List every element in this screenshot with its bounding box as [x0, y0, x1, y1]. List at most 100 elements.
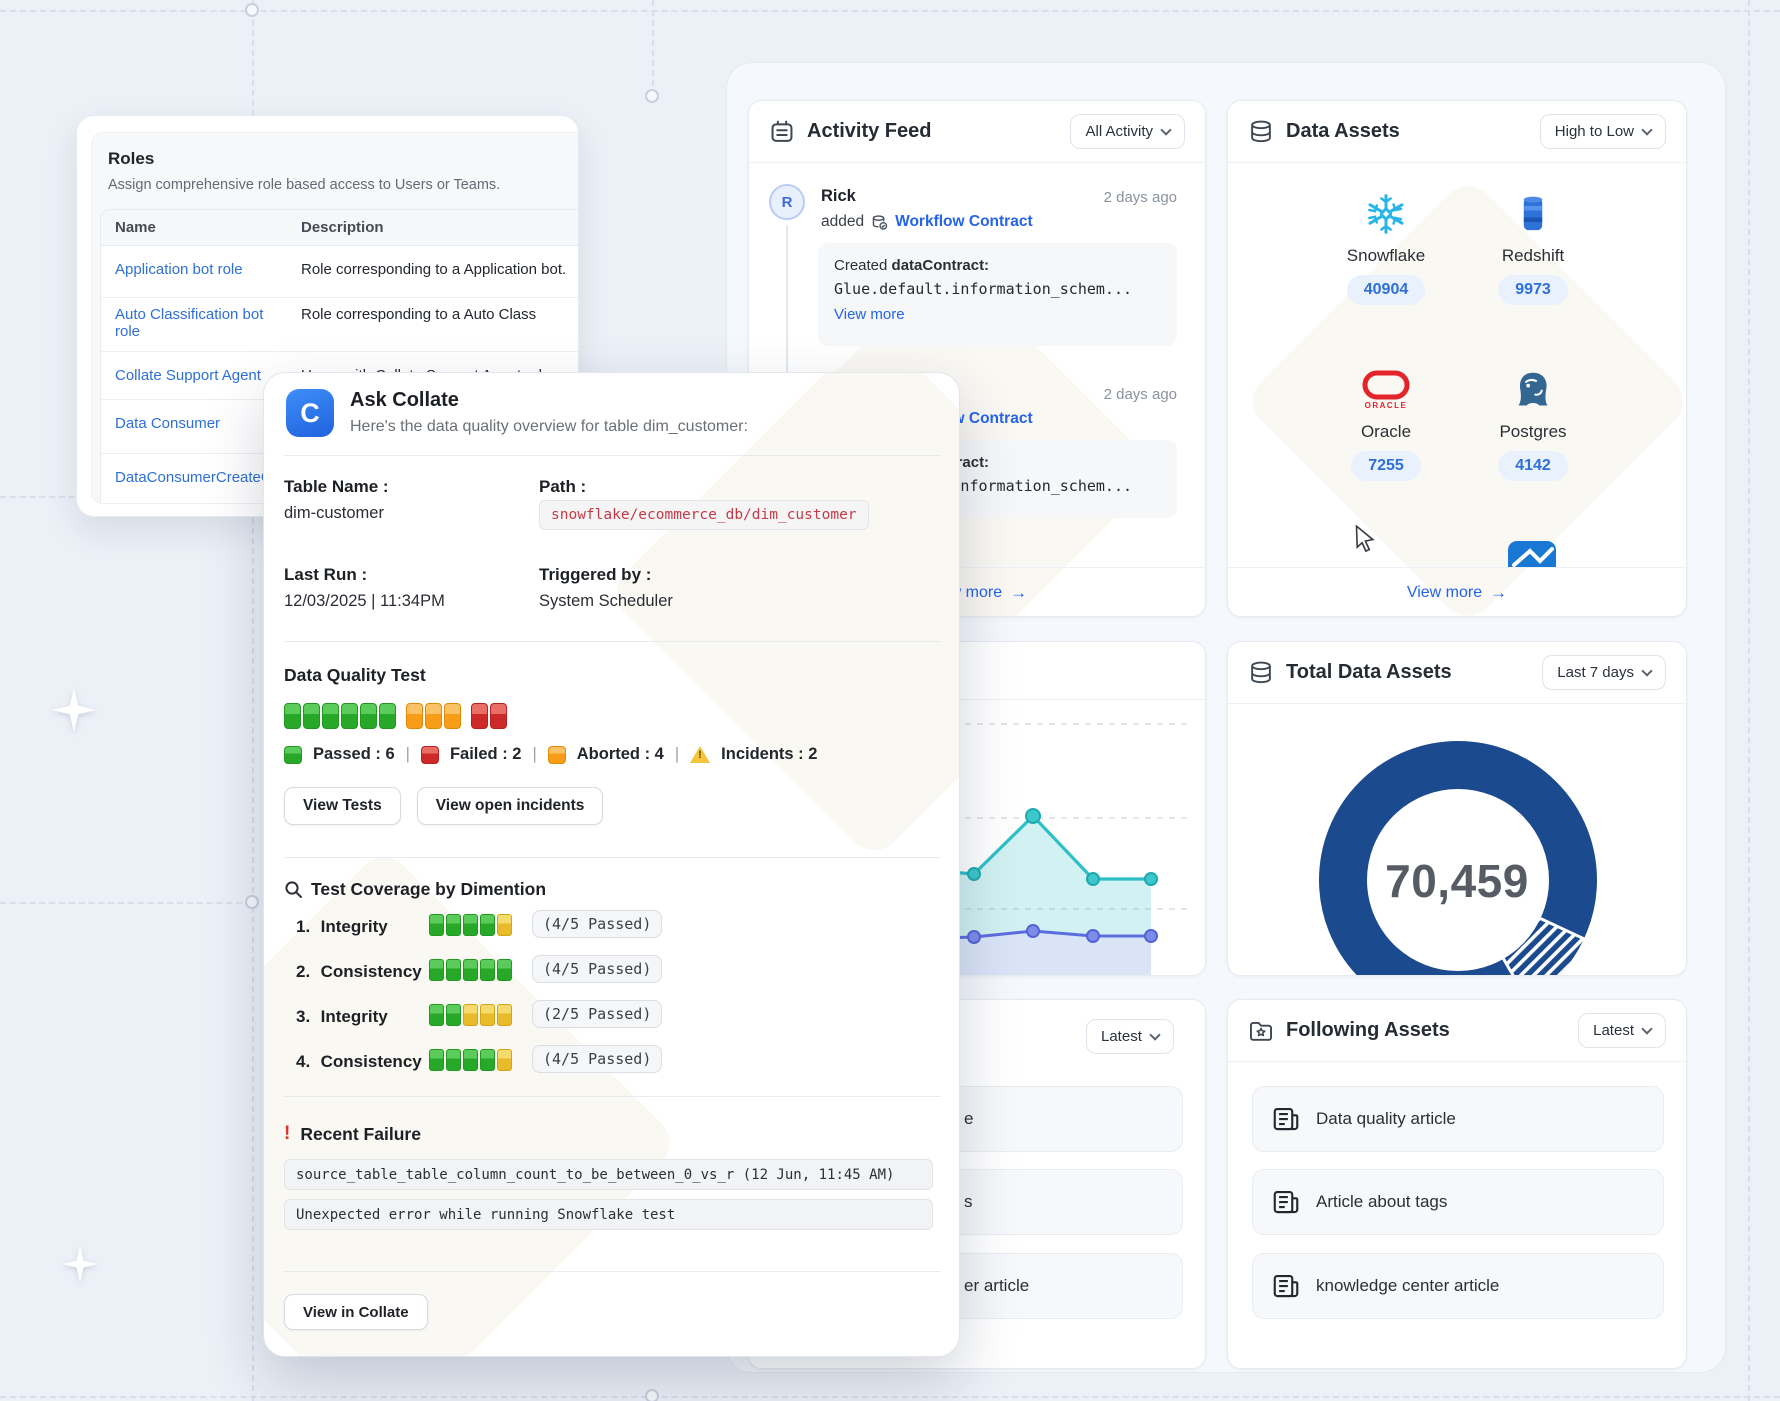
coverage-bar [429, 959, 512, 981]
divider [284, 1096, 941, 1097]
view-tests-button[interactable]: View Tests [284, 787, 401, 825]
coverage-label: Integrity [321, 917, 388, 936]
triggered-by-value: System Scheduler [539, 592, 673, 611]
view-in-collate-button[interactable]: View in Collate [284, 1294, 428, 1330]
coverage-bar [429, 1004, 512, 1026]
yellow-segment [497, 914, 512, 936]
role-name-link[interactable]: Auto Classification bot role [115, 306, 263, 340]
feed-target-link[interactable]: Workflow Contract [895, 213, 1033, 231]
table-name-label: Table Name : [284, 477, 389, 497]
roles-table-header: Name Description [101, 210, 579, 246]
green-segment [446, 914, 461, 936]
asset-count-badge: 4142 [1498, 451, 1568, 481]
green-segment [463, 1049, 478, 1071]
collate-logo: C [286, 389, 334, 437]
asset-tile-oracle[interactable]: ORACLE Oracle 7255 [1316, 367, 1456, 481]
asset-tile-redshift[interactable]: Redshift 9973 [1463, 191, 1603, 305]
red-segment [471, 703, 488, 729]
view-open-incidents-button[interactable]: View open incidents [417, 787, 604, 825]
panel-title: Data Assets [1286, 120, 1400, 143]
green-segment [446, 1049, 461, 1071]
passed-legend: Passed : 6 [313, 745, 395, 764]
quality-actions: View Tests View open incidents [284, 787, 603, 825]
role-name-link[interactable]: Application bot role [115, 261, 243, 278]
following-list-item[interactable]: knowledge center article [1252, 1253, 1664, 1319]
path-value: snowflake/ecommerce_db/dim_customer [539, 500, 869, 530]
chevron-down-icon [1641, 1023, 1652, 1034]
divider [284, 857, 941, 858]
role-description: Role corresponding to a Auto Class [287, 298, 579, 351]
roles-title: Roles [108, 149, 579, 169]
failure-test-chip: source_table_table_column_count_to_be_be… [284, 1159, 933, 1190]
column-header-description: Description [287, 210, 579, 245]
failure-heading: Recent Failure [300, 1124, 421, 1145]
following-list-item[interactable]: Article about tags [1252, 1169, 1664, 1235]
newspaper-icon [1271, 1271, 1301, 1301]
asset-count-badge: 9973 [1498, 275, 1568, 305]
orange-segment [444, 703, 461, 729]
following-filter-dropdown[interactable]: Latest [1578, 1013, 1666, 1048]
oracle-logo-text: ORACLE [1365, 401, 1408, 410]
grid-line [1748, 0, 1750, 1401]
avatar: R [769, 184, 805, 220]
data-assets-header: Data Assets High to Low [1228, 101, 1686, 163]
asset-tile-postgres[interactable]: Postgres 4142 [1463, 367, 1603, 481]
desktop-canvas: Activity Feed All Activity R Rick 2 days… [0, 0, 1780, 1401]
coverage-chip: (2/5 Passed) [532, 1000, 662, 1028]
cursor-icon [1354, 525, 1380, 553]
snowflake-icon [1363, 191, 1409, 237]
yellow-segment [497, 1004, 512, 1026]
last-run-value: 12/03/2025 | 11:34PM [284, 592, 445, 611]
green-segment [429, 959, 444, 981]
green-segment [429, 1004, 444, 1026]
detail-view-more-link[interactable]: View more [834, 306, 1161, 323]
coverage-heading: Test Coverage by Dimention [311, 879, 546, 900]
green-segment [379, 703, 396, 729]
path-label: Path : [539, 477, 586, 497]
database-icon [1248, 119, 1274, 145]
green-segment [429, 914, 444, 936]
passed-key-icon [284, 746, 302, 764]
divider [284, 1271, 941, 1272]
ask-collate-modal: C Ask Collate Here's the data quality ov… [263, 372, 960, 1357]
asset-count-badge: 7255 [1351, 451, 1421, 481]
roles-table-row: Auto Classification bot role Role corres… [101, 298, 579, 352]
role-name-link[interactable]: Data Consumer [115, 415, 220, 432]
oracle-icon: ORACLE [1362, 367, 1410, 413]
asset-name: Redshift [1502, 246, 1564, 266]
coverage-bar [429, 1049, 512, 1071]
feed-timestamp: 2 days ago [1104, 386, 1177, 403]
activity-filter-dropdown[interactable]: All Activity [1070, 114, 1185, 149]
activity-filter-label: All Activity [1085, 123, 1153, 140]
failed-key-icon [421, 746, 439, 764]
path-chip: snowflake/ecommerce_db/dim_customer [539, 500, 869, 530]
detail-code: Glue.default.information_schem... [834, 280, 1161, 298]
arrow-right-icon: → [1490, 583, 1507, 603]
following-assets-header: Following Assets Latest [1228, 1000, 1686, 1062]
passed-bar [284, 703, 396, 729]
asset-name: Postgres [1499, 422, 1566, 442]
grid-node [645, 89, 659, 103]
aborted-legend: Aborted : 4 [577, 745, 664, 764]
search-icon [284, 880, 303, 899]
green-segment [463, 914, 478, 936]
articles-filter-dropdown[interactable]: Latest [1086, 1019, 1174, 1054]
total-assets-value: 70,459 [1228, 854, 1686, 908]
modal-subtitle: Here's the data quality overview for tab… [350, 418, 748, 436]
following-list-item[interactable]: Data quality article [1252, 1086, 1664, 1152]
red-segment [490, 703, 507, 729]
assets-view-more-link[interactable]: View more [1407, 584, 1482, 602]
role-name-link[interactable]: DataConsumerCreateGT [115, 469, 282, 486]
asset-tile-snowflake[interactable]: Snowflake 40904 [1316, 191, 1456, 305]
grid-line [0, 902, 252, 904]
green-segment [429, 1049, 444, 1071]
chevron-down-icon [1160, 124, 1171, 135]
sparkle-icon [62, 1246, 98, 1282]
activity-feed-header: Activity Feed All Activity [749, 101, 1205, 163]
assets-sort-dropdown[interactable]: High to Low [1540, 114, 1666, 149]
incidents-legend: Incidents : 2 [721, 745, 817, 764]
warning-icon: ! [690, 746, 710, 763]
coverage-row: 4. Consistency [296, 1052, 422, 1072]
article-label-fragment: er article [964, 1276, 1029, 1296]
role-name-link[interactable]: Collate Support Agent [115, 367, 261, 384]
